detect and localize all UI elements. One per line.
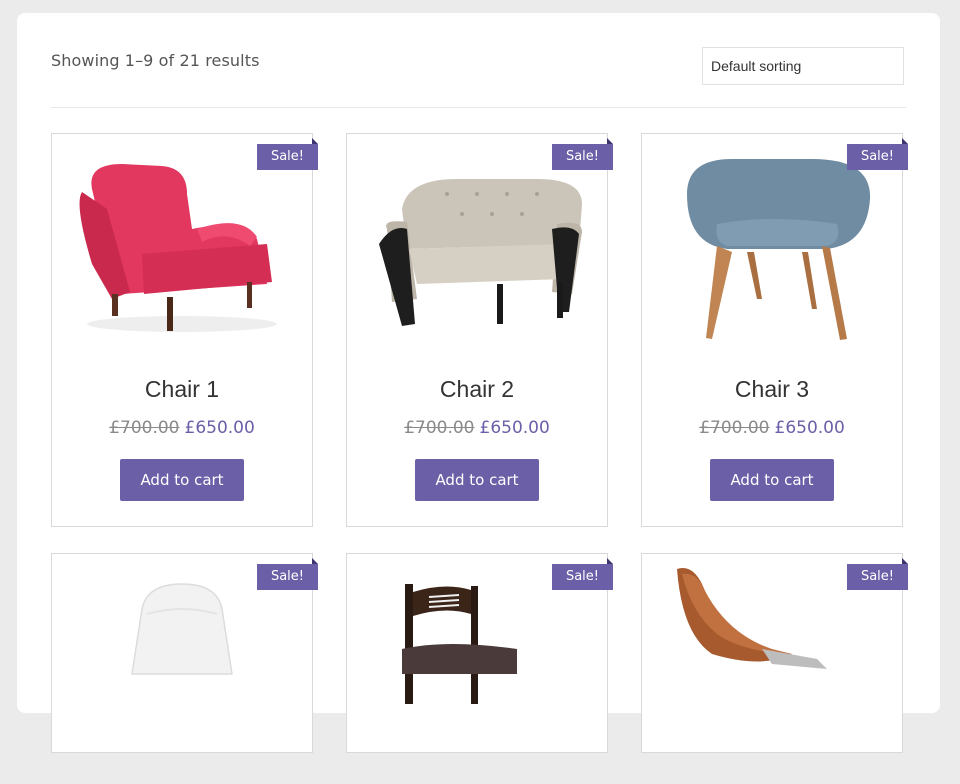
shop-panel: Showing 1–9 of 21 results Default sortin…	[17, 13, 940, 753]
product-card[interactable]: Sale! Chair 3 £700.00 £650.00 Add to cart	[641, 133, 908, 527]
result-count: Showing 1–9 of 21 results	[51, 51, 260, 70]
product-title[interactable]: Chair 1	[52, 376, 312, 403]
add-to-cart-button[interactable]: Add to cart	[415, 459, 539, 501]
sale-price: £650.00	[184, 418, 255, 438]
sort-select[interactable]: Default sorting	[702, 47, 904, 85]
product-card[interactable]: Sale!	[641, 553, 908, 753]
product-price: £700.00 £650.00	[642, 418, 902, 438]
old-price: £700.00	[699, 418, 770, 438]
sale-badge: Sale!	[847, 558, 908, 590]
bar-stool-image	[402, 584, 517, 704]
product-card[interactable]: Sale!	[51, 553, 318, 753]
sale-badge: Sale!	[847, 138, 908, 170]
white-shell-chair-image	[131, 583, 233, 675]
product-title[interactable]: Chair 3	[642, 376, 902, 403]
product-price: £700.00 £650.00	[52, 418, 312, 438]
product-card[interactable]: Sale! Chair 1 £700.00 £650.00 Add to cart	[51, 133, 318, 527]
leather-lounge-chair-image	[677, 568, 827, 669]
product-price: £700.00 £650.00	[347, 418, 607, 438]
blue-tub-chair-image	[687, 159, 871, 340]
product-card[interactable]: Sale!	[346, 553, 613, 753]
add-to-cart-button[interactable]: Add to cart	[710, 459, 834, 501]
divider	[51, 107, 906, 108]
old-price: £700.00	[109, 418, 180, 438]
pink-armchair-image	[79, 164, 277, 332]
product-card[interactable]: Sale! Chair 2 £700.00 £650.00 Add to cart	[346, 133, 613, 527]
sale-badge: Sale!	[257, 138, 318, 170]
sale-price: £650.00	[774, 418, 845, 438]
product-title[interactable]: Chair 2	[347, 376, 607, 403]
sale-price: £650.00	[479, 418, 550, 438]
sale-badge: Sale!	[552, 558, 613, 590]
sale-badge: Sale!	[552, 138, 613, 170]
add-to-cart-button[interactable]: Add to cart	[120, 459, 244, 501]
sale-badge: Sale!	[257, 558, 318, 590]
old-price: £700.00	[404, 418, 475, 438]
tufted-armchair-image	[379, 179, 582, 326]
